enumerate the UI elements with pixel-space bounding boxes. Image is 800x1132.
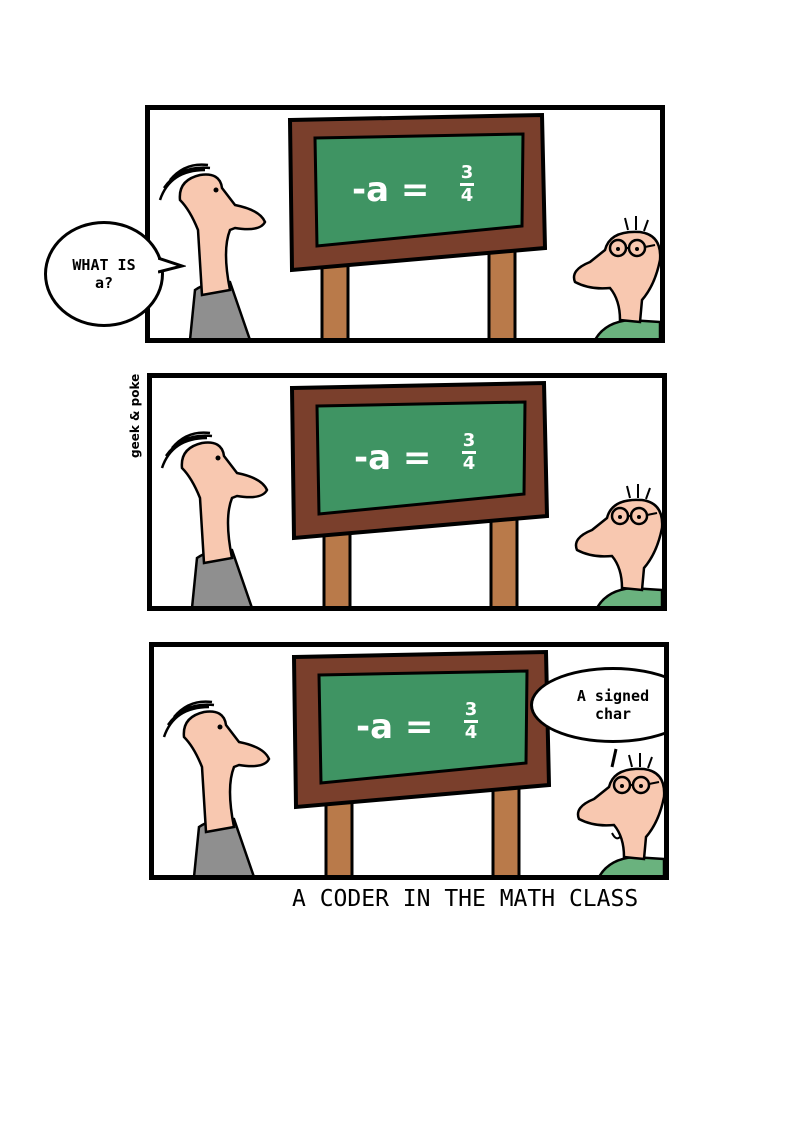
speech-bubble-teacher: WHAT IS a?	[44, 221, 164, 327]
fraction: 3 4	[462, 432, 476, 473]
denominator: 4	[460, 185, 474, 206]
scene-illustration	[158, 112, 660, 338]
comic-panel-1: -a = 3 4	[145, 105, 665, 343]
speech-bubble-tail-teacher	[158, 256, 186, 274]
credit-geek-and-poke: geek & poke	[128, 373, 142, 458]
teacher-figure	[158, 163, 267, 338]
comic-panel-3: -a = 3 4 A signed char	[149, 642, 669, 880]
teacher-figure	[160, 431, 269, 606]
denominator: 4	[462, 453, 476, 474]
student-figure	[576, 753, 664, 875]
speech-text-student: A signed char	[576, 687, 650, 723]
fraction: 3 4	[464, 701, 478, 742]
blackboard-post-right	[487, 246, 517, 338]
numerator: 3	[464, 699, 478, 720]
numerator: 3	[462, 430, 476, 451]
speech-text-teacher: WHAT IS a?	[72, 256, 136, 292]
comic-caption: A CODER IN THE MATH CLASS	[292, 886, 639, 912]
teacher-figure	[162, 700, 271, 875]
equation-left: -a =	[354, 438, 432, 478]
student-figure	[572, 216, 660, 338]
comic-panel-2: -a = 3 4	[147, 373, 667, 611]
numerator: 3	[460, 162, 474, 183]
denominator: 4	[464, 722, 478, 743]
equation-left: -a =	[356, 707, 434, 747]
scene-illustration	[160, 380, 662, 606]
fraction: 3 4	[460, 164, 474, 205]
student-figure	[574, 484, 662, 606]
equation-left: -a =	[352, 170, 430, 210]
